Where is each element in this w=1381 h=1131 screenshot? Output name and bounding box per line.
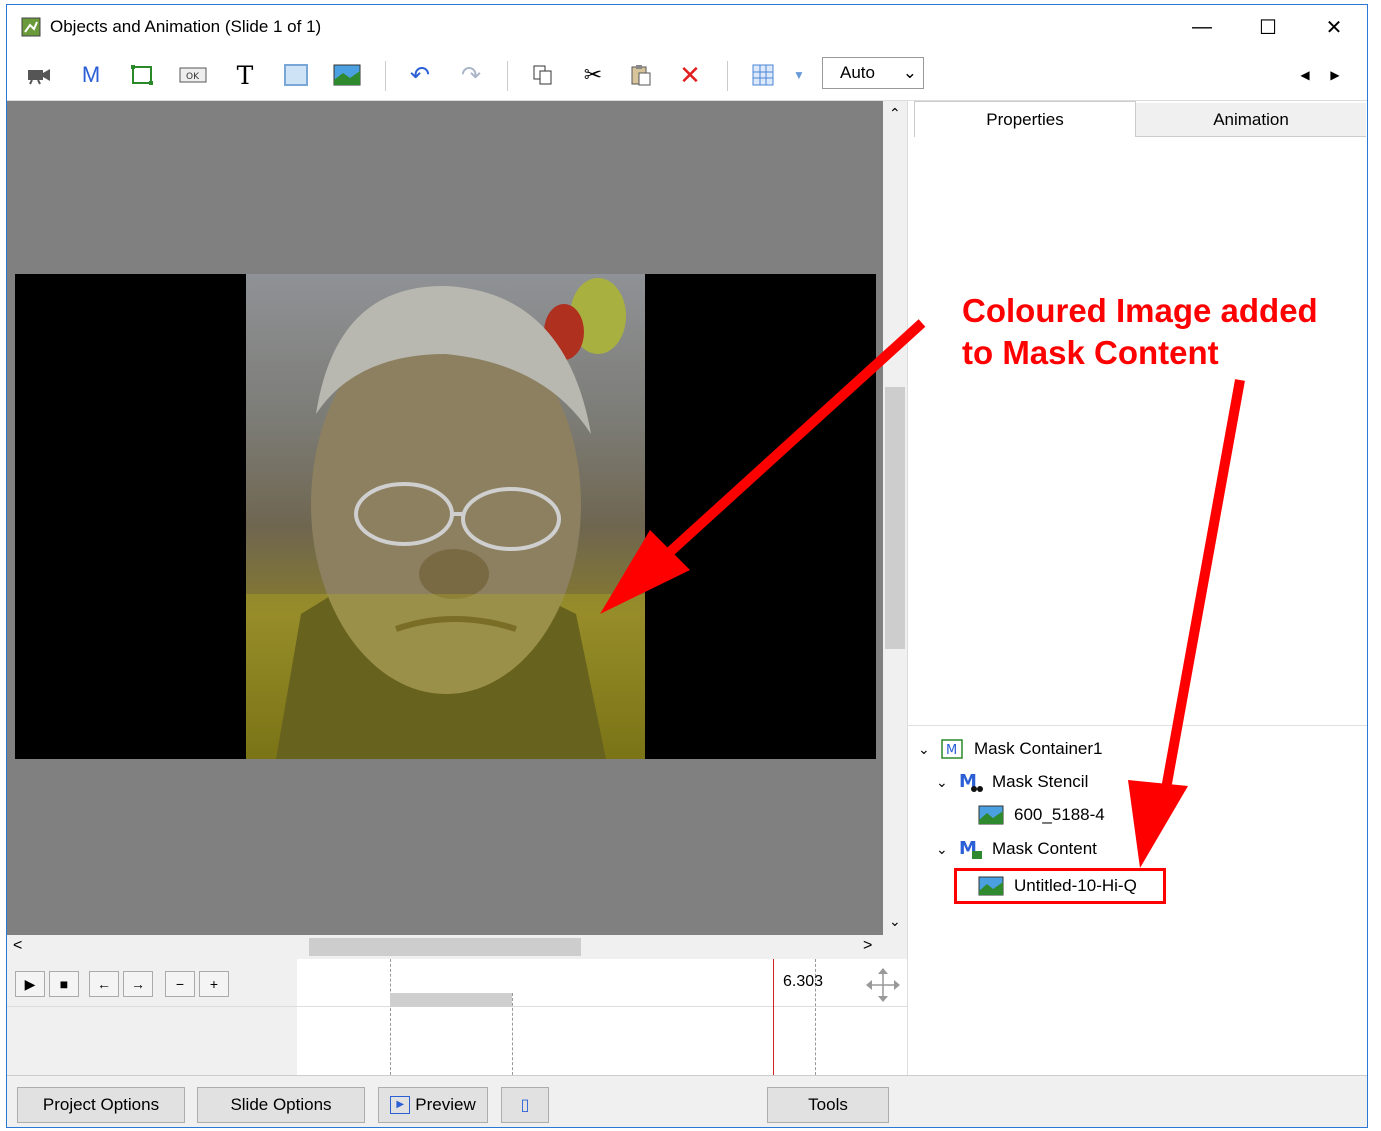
arrow-head-tree [1128, 780, 1188, 868]
arrow-to-image [646, 319, 926, 574]
annotation-arrows [600, 319, 1245, 868]
arrow-to-tree [1159, 379, 1245, 801]
